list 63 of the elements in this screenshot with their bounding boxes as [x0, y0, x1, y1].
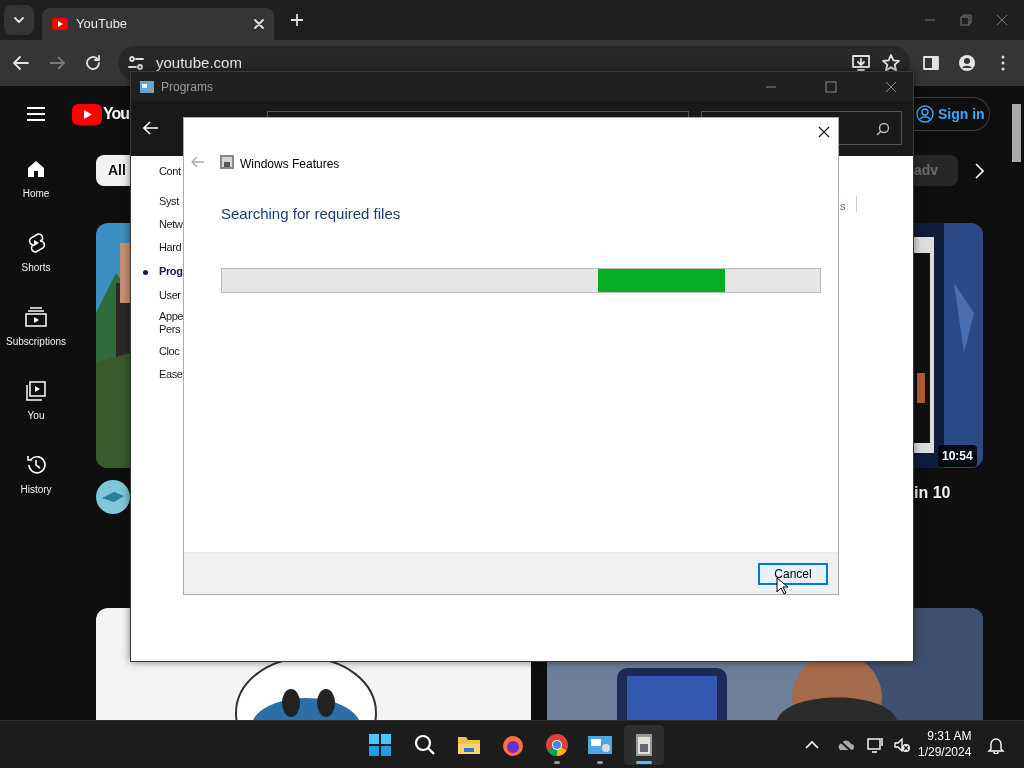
history-icon	[25, 454, 47, 476]
cancel-button[interactable]: Cancel	[758, 562, 828, 585]
search-icon	[876, 122, 890, 136]
home-icon	[25, 158, 47, 180]
nav-link[interactable]: s	[840, 198, 846, 215]
filter-chip[interactable]: All	[96, 155, 130, 186]
clock-time: 9:31 AM	[926, 728, 972, 744]
speaker-muted-icon[interactable]	[893, 736, 911, 754]
sidebar-item[interactable]: Home	[0, 158, 72, 214]
start-icon	[367, 732, 393, 758]
features-icon	[219, 154, 235, 170]
nav-link[interactable]: Prog	[159, 265, 183, 278]
bullet-icon	[143, 270, 148, 275]
plus-icon	[291, 14, 303, 26]
nav-link[interactable]: Cont	[159, 165, 181, 178]
duration-badge: 10:54	[938, 445, 977, 467]
star-icon[interactable]	[882, 54, 900, 72]
youtube-logo-icon[interactable]	[72, 104, 102, 125]
dialog-heading: Searching for required files	[221, 204, 401, 224]
bell-icon[interactable]	[987, 736, 1005, 754]
close-icon[interactable]	[818, 126, 830, 138]
nav-link[interactable]: Hard	[159, 241, 182, 254]
forward-icon[interactable]	[48, 54, 66, 72]
side-panel-icon[interactable]	[922, 54, 940, 72]
network-icon[interactable]	[867, 736, 885, 754]
subscriptions-icon	[25, 306, 47, 328]
scroll-thumb[interactable]	[1012, 104, 1021, 162]
tab-title: YouTube	[76, 15, 129, 34]
nav-link[interactable]: Ease	[159, 368, 183, 381]
profile-icon[interactable]	[958, 54, 976, 72]
sidebar-item[interactable]: Subscriptions	[0, 306, 72, 362]
sidebar-item[interactable]: You	[0, 380, 72, 436]
clock-date: 1/29/2024	[918, 744, 972, 760]
control-panel-icon	[139, 79, 155, 94]
youtube-favicon-icon	[52, 18, 68, 30]
nav-link[interactable]: Cloc	[159, 345, 180, 358]
dialog-title: Windows Features	[240, 156, 340, 173]
nav-link[interactable]: Appe Pers	[159, 310, 184, 336]
url-text: youtube.com	[156, 52, 243, 73]
install-icon[interactable]	[852, 55, 870, 71]
chrome-icon	[544, 732, 570, 758]
nav-link[interactable]: User	[159, 289, 181, 302]
chevron-right-icon[interactable]	[974, 163, 984, 179]
sidebar-item[interactable]: Shorts	[0, 232, 72, 288]
back-icon[interactable]	[12, 54, 30, 72]
menu-icon[interactable]	[26, 106, 46, 122]
taskbar-app[interactable]	[624, 725, 664, 765]
maximize-icon[interactable]	[825, 80, 837, 93]
user-icon	[916, 105, 934, 123]
reload-icon[interactable]	[84, 54, 102, 72]
you-icon	[25, 380, 47, 402]
logo-text: You	[103, 104, 130, 124]
nav-link[interactable]: Syst	[159, 195, 179, 208]
sidebar-item[interactable]: History	[0, 454, 72, 510]
site-settings-icon	[128, 56, 144, 70]
video-title: in 10	[914, 483, 951, 503]
caret-icon	[14, 17, 24, 23]
tab-search-button[interactable]	[4, 5, 34, 35]
avatar-icon	[96, 480, 130, 514]
nav-link[interactable]: Netw	[159, 218, 183, 231]
browser-tab[interactable]: YouTube	[42, 8, 274, 40]
restore-icon[interactable]	[960, 14, 972, 26]
window-title: Programs	[161, 78, 214, 96]
